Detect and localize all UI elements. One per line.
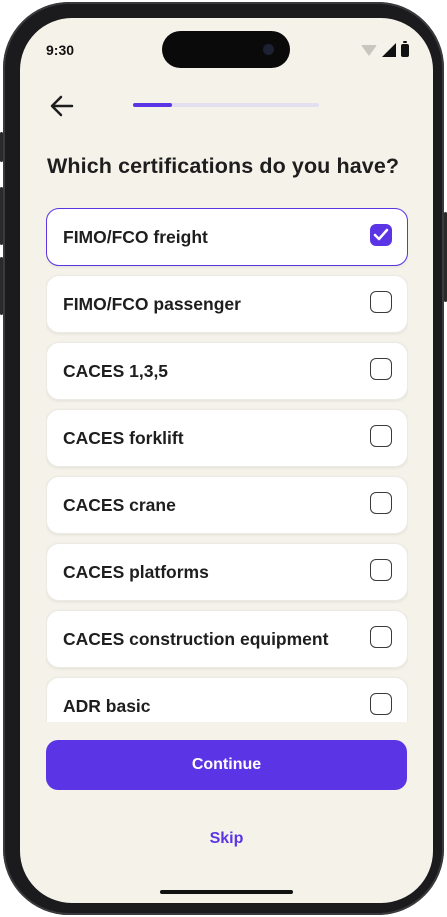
checkbox[interactable] (370, 492, 392, 514)
certification-option[interactable]: CACES crane (46, 476, 408, 534)
check-icon (373, 228, 389, 241)
progress-bar (133, 103, 319, 107)
option-label: CACES platforms (63, 562, 209, 582)
dynamic-island (162, 31, 290, 68)
wifi-icon (361, 45, 377, 56)
option-label: CACES 1,3,5 (63, 361, 169, 381)
certification-option[interactable]: CACES construction equipment (46, 610, 408, 668)
option-label: CACES crane (63, 495, 176, 515)
back-button[interactable] (48, 93, 76, 119)
app-screen: 9:30 Which certifications do you have? F… (20, 18, 433, 903)
status-time: 9:30 (46, 42, 75, 58)
page-title: Which certifications do you have? (47, 154, 400, 178)
status-icons (361, 41, 409, 57)
option-label: CACES construction equipment (63, 629, 329, 649)
checkbox[interactable] (370, 291, 392, 313)
arrow-left-icon (50, 95, 74, 117)
phone-frame: 9:30 Which certifications do you have? F… (0, 2, 447, 915)
certification-option[interactable]: FIMO/FCO freight (46, 208, 408, 266)
checkbox[interactable] (370, 559, 392, 581)
volume-down-button (0, 257, 3, 315)
action-button (0, 132, 3, 162)
certification-option[interactable]: CACES 1,3,5 (46, 342, 408, 400)
certification-option[interactable]: CACES platforms (46, 543, 408, 601)
checkbox[interactable] (370, 358, 392, 380)
option-label: FIMO/FCO freight (63, 227, 208, 247)
option-label: FIMO/FCO passenger (63, 294, 241, 314)
checkbox-checked[interactable] (370, 224, 392, 246)
signal-icon (382, 43, 396, 57)
checkbox[interactable] (370, 693, 392, 715)
checkbox[interactable] (370, 425, 392, 447)
certification-list[interactable]: FIMO/FCO freight FIMO/FCO passenger CACES … (46, 208, 408, 722)
home-indicator (160, 890, 293, 894)
camera-icon (263, 44, 274, 55)
option-label: ADR basic (63, 696, 151, 716)
certification-option[interactable]: FIMO/FCO passenger (46, 275, 408, 333)
volume-up-button (0, 187, 3, 245)
certification-option[interactable]: CACES forklift (46, 409, 408, 467)
battery-icon (401, 41, 409, 57)
checkbox[interactable] (370, 626, 392, 648)
continue-button[interactable]: Continue (46, 740, 407, 790)
option-label: CACES forklift (63, 428, 184, 448)
progress-fill (133, 103, 173, 107)
certification-option[interactable]: ADR basic (46, 677, 408, 722)
skip-button[interactable]: Skip (20, 830, 433, 848)
